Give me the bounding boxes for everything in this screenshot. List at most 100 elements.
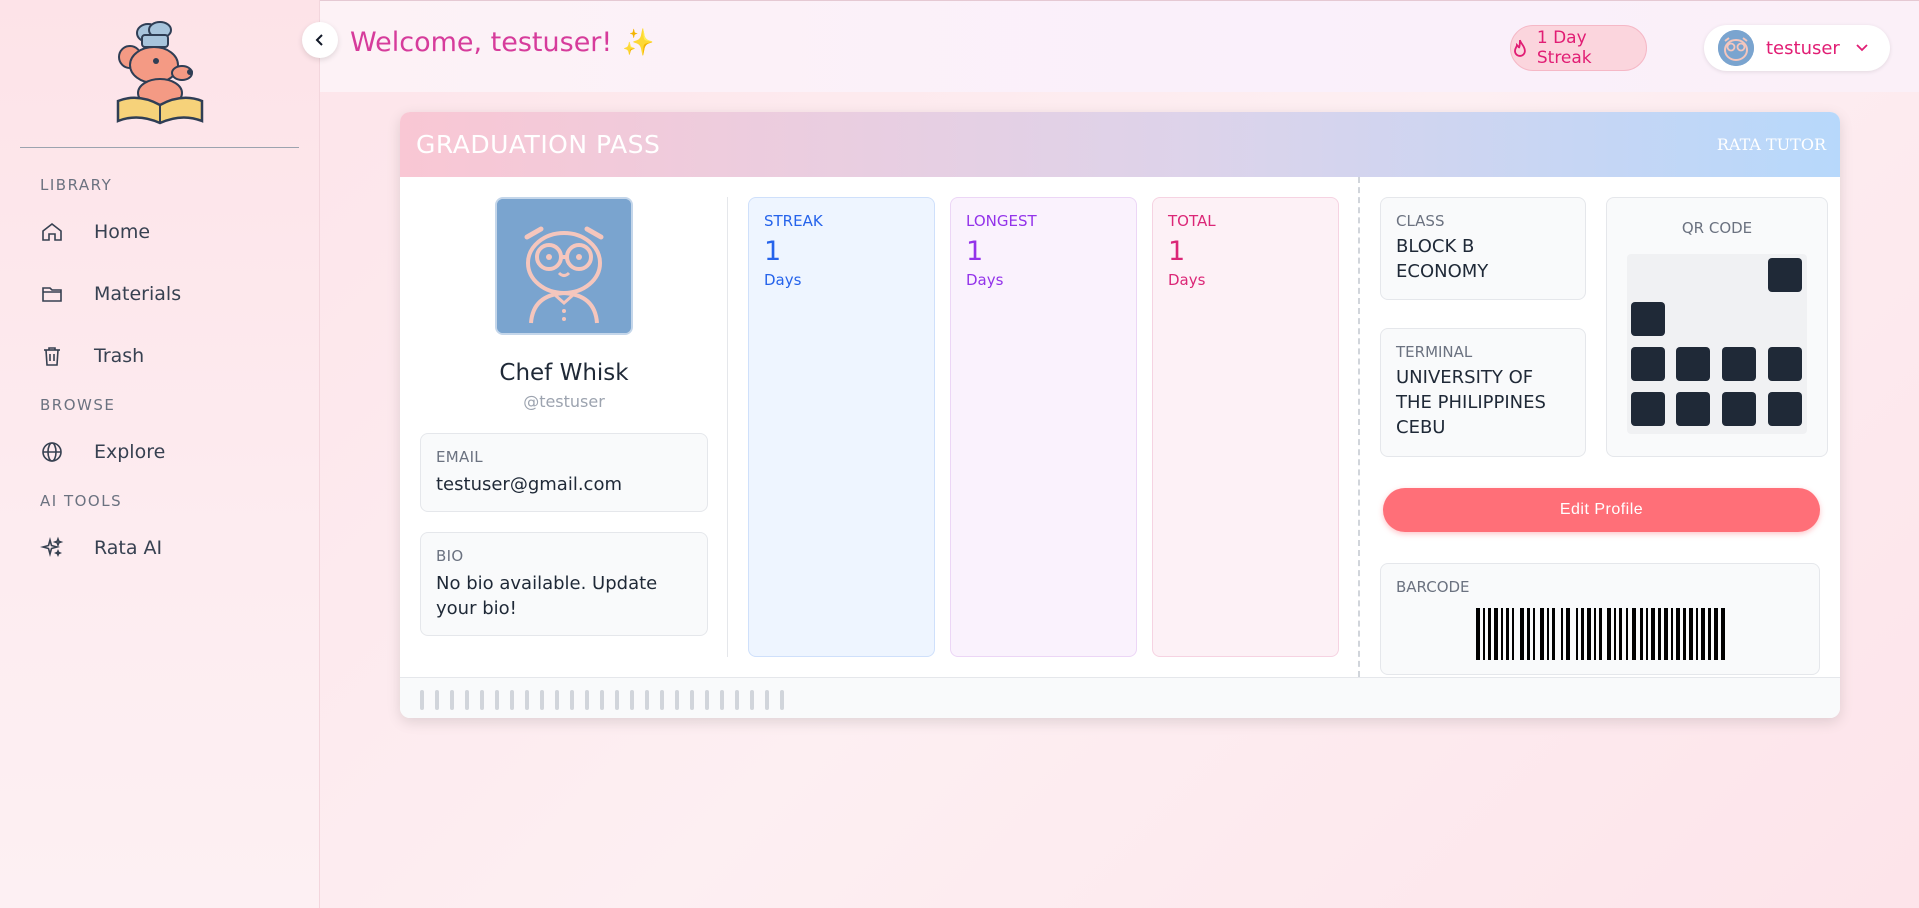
stat-unit: Days [966, 271, 1004, 289]
profile-column: Chef Whisk @testuser EMAIL testuser@gmai… [420, 197, 708, 636]
qr-module [1676, 392, 1710, 426]
pass-footer [400, 677, 1840, 718]
sidebar-item-label: Materials [94, 283, 182, 305]
longest-stat-card: LONGEST 1 Days [950, 197, 1137, 657]
qr-code-label: QR CODE [1681, 219, 1753, 237]
stub-mark [690, 690, 694, 710]
class-label: CLASS [1396, 212, 1445, 230]
sidebar-item-explore[interactable]: Explore [0, 428, 319, 476]
terminal-label: TERMINAL [1396, 343, 1473, 361]
chevron-down-icon [1856, 44, 1868, 52]
sidebar-item-materials[interactable]: Materials [0, 270, 319, 318]
stub-mark [495, 690, 499, 710]
stub-mark [450, 690, 454, 710]
pass-body: Chef Whisk @testuser EMAIL testuser@gmai… [400, 177, 1840, 677]
chevron-left-icon [315, 34, 323, 46]
user-menu-button[interactable]: testuser [1704, 25, 1890, 71]
perforation-line [1358, 177, 1360, 677]
qr-module [1768, 347, 1802, 381]
stub-mark [765, 690, 769, 710]
stat-label: TOTAL [1168, 212, 1216, 230]
email-label: EMAIL [436, 448, 483, 466]
sidebar-item-home[interactable]: Home [0, 208, 319, 256]
qr-module [1631, 302, 1665, 336]
avatar-rat-icon [1718, 30, 1754, 66]
sidebar-item-label: Explore [94, 441, 166, 463]
qr-module [1768, 258, 1802, 292]
nav-section-browse: BROWSE Explore [0, 396, 319, 476]
top-header: Welcome, testuser! ✨ 1 Day Streak testus… [320, 0, 1919, 92]
stub-mark [735, 690, 739, 710]
email-value: testuser@gmail.com [436, 474, 622, 495]
barcode-icon [1476, 608, 1725, 660]
stub-mark [585, 690, 589, 710]
stub-mark [435, 690, 439, 710]
trash-icon [44, 347, 60, 366]
profile-avatar[interactable] [495, 197, 633, 335]
stat-value: 1 [1168, 236, 1186, 267]
avatar [1718, 30, 1754, 66]
stub-mark [615, 690, 619, 710]
sidebar-item-rata-ai[interactable]: Rata AI [0, 524, 319, 572]
email-card: EMAIL testuser@gmail.com [420, 433, 708, 512]
stub-mark [480, 690, 484, 710]
stub-mark [705, 690, 709, 710]
nav-heading-ai-tools: AI TOOLS [40, 492, 123, 510]
bio-label: BIO [436, 547, 464, 565]
stub-mark [555, 690, 559, 710]
stub-mark [510, 690, 514, 710]
ticket-stub-marks [420, 690, 784, 710]
stat-label: STREAK [764, 212, 823, 230]
streak-text: 1 Day Streak [1536, 28, 1592, 68]
sidebar: LIBRARY Home Materials Trash BROWSE Expl… [0, 0, 320, 908]
rat-chef-logo-icon[interactable] [112, 20, 208, 127]
collapse-sidebar-button[interactable] [302, 22, 338, 58]
flame-icon [1514, 39, 1526, 57]
qr-module [1722, 392, 1756, 426]
stub-mark [630, 690, 634, 710]
streak-stat-card: STREAK 1 Days [748, 197, 935, 657]
stub-mark [660, 690, 664, 710]
pass-brand: RATA TUTOR [1716, 135, 1826, 154]
pass-title: GRADUATION PASS [416, 130, 661, 159]
nav-section-library: LIBRARY Home Materials Trash [0, 176, 319, 380]
profile-handle: @testuser [523, 392, 605, 411]
sidebar-item-label: Rata AI [94, 537, 163, 559]
class-card: CLASS BLOCK B ECONOMY [1380, 197, 1586, 300]
nav-heading-browse: BROWSE [40, 396, 116, 414]
qr-code-icon [1627, 254, 1807, 434]
sparkles-icon [40, 536, 64, 558]
graduation-pass-card: GRADUATION PASS RATA TUTOR Chef Whisk @t… [400, 112, 1840, 718]
sidebar-item-trash[interactable]: Trash [0, 332, 319, 380]
qr-code-card: QR CODE [1606, 197, 1828, 457]
stub-mark [750, 690, 754, 710]
sidebar-item-label: Trash [94, 345, 145, 367]
logo-area [20, 0, 299, 148]
folder-icon [42, 287, 62, 302]
qr-module [1722, 347, 1756, 381]
pass-header: GRADUATION PASS RATA TUTOR [400, 112, 1840, 177]
sidebar-item-label: Home [94, 221, 151, 243]
total-stat-card: TOTAL 1 Days [1152, 197, 1339, 657]
streak-badge[interactable]: 1 Day Streak [1510, 25, 1647, 71]
nav-heading-library: LIBRARY [40, 176, 113, 194]
sparkle-icon: ✨ [622, 27, 655, 58]
edit-profile-button[interactable]: Edit Profile [1383, 488, 1820, 532]
class-value: BLOCK B ECONOMY [1396, 236, 1489, 282]
globe-icon [42, 442, 62, 462]
stub-mark [780, 690, 784, 710]
barcode-card: BARCODE [1380, 563, 1820, 675]
stat-label: LONGEST [966, 212, 1037, 230]
stub-mark [420, 690, 424, 710]
barcode-label: BARCODE [1396, 578, 1470, 596]
stub-mark [600, 690, 604, 710]
welcome-message: Welcome, testuser! ✨ [350, 27, 655, 58]
bio-card: BIO No bio available. Update your bio! [420, 532, 708, 636]
stat-value: 1 [764, 236, 782, 267]
username-label: testuser [1766, 37, 1840, 59]
nav-section-ai-tools: AI TOOLS Rata AI [0, 492, 319, 572]
stub-mark [675, 690, 679, 710]
stub-mark [720, 690, 724, 710]
stub-mark [570, 690, 574, 710]
qr-module [1631, 347, 1665, 381]
